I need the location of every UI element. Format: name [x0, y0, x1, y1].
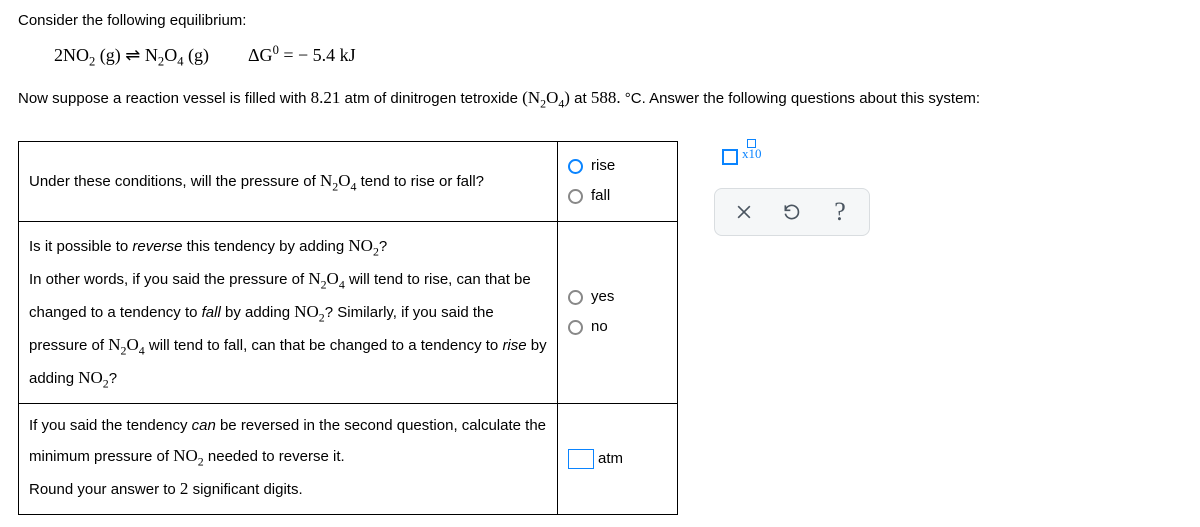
- ctx-sp-n: N: [528, 88, 540, 107]
- context-text: Now suppose a reaction vessel is filled …: [18, 88, 1182, 111]
- eq-rhs-o: O: [164, 45, 177, 65]
- q2-no2-n3: NO: [78, 368, 103, 387]
- sci-notation-button[interactable]: x10: [714, 141, 770, 174]
- question-2-row: Is it possible to reverse this tendency …: [19, 221, 678, 403]
- x-icon: [734, 202, 754, 222]
- question-2-text: Is it possible to reverse this tendency …: [19, 221, 558, 403]
- radio-rise[interactable]: rise: [568, 152, 667, 181]
- radio-fall[interactable]: fall: [568, 182, 667, 211]
- q3-t1: If you said the tendency: [29, 417, 192, 434]
- q2-n2o4-n2: N: [108, 335, 120, 354]
- eq-rhs-state: (g): [188, 45, 209, 65]
- q2-l2g: ?: [109, 370, 117, 387]
- question-3-answer: atm: [558, 403, 678, 514]
- q3-round2: significant digits.: [188, 481, 302, 498]
- q2-rise-italic: rise: [502, 337, 526, 354]
- q2-l2a: In other words, if you said the pressure…: [29, 271, 308, 288]
- ctx-p2: atm of dinitrogen tetroxide: [340, 90, 522, 107]
- radio-icon: [568, 189, 583, 204]
- q2-n2o4-o2: O: [126, 335, 138, 354]
- radio-no[interactable]: no: [568, 313, 667, 342]
- ctx-atm: 8.21: [311, 88, 341, 107]
- pressure-input[interactable]: [568, 449, 594, 469]
- ctx-sp-o: O: [546, 88, 558, 107]
- sci-exponent-icon: x10: [742, 139, 762, 160]
- question-3-text: If you said the tendency can be reversed…: [19, 403, 558, 514]
- reset-button[interactable]: [779, 199, 805, 225]
- q2-l2c: by adding: [221, 304, 294, 321]
- ctx-species: (N2O4): [522, 88, 570, 107]
- eq-dg-val: = − 5.4 kJ: [283, 45, 355, 65]
- q3-can-italic: can: [192, 417, 216, 434]
- q1-t1: Under these conditions, will the pressur…: [29, 173, 320, 190]
- question-mark-icon: ?: [834, 197, 846, 227]
- unit-label: atm: [598, 450, 623, 467]
- q1-sp-n: N: [320, 171, 332, 190]
- equilibrium-equation: 2NO2 (g) ⇌ N2O4 (g) ΔG0 = − 5.4 kJ: [54, 43, 1182, 70]
- q2-n2o4-o: O: [327, 269, 339, 288]
- clear-button[interactable]: [731, 199, 757, 225]
- eq-rhs-n: N: [145, 45, 158, 65]
- sci-x10-label: x10: [742, 148, 762, 160]
- ctx-p3: at: [570, 90, 591, 107]
- question-1-answer: rise fall: [558, 141, 678, 221]
- opt-rise-label: rise: [591, 152, 615, 181]
- eq-lhs: 2NO: [54, 45, 89, 65]
- eq-arrow: ⇌: [125, 45, 140, 65]
- q2-no2-n2: NO: [294, 302, 319, 321]
- eq-lhs-state: (g): [100, 45, 121, 65]
- radio-icon: [568, 290, 583, 305]
- q3-round: Round your answer to: [29, 481, 180, 498]
- eq-dg-sup: 0: [273, 43, 279, 57]
- eq-lhs-sub: 2: [89, 55, 95, 69]
- intro-text: Consider the following equilibrium:: [18, 12, 1182, 29]
- q2-no2-n: NO: [348, 236, 373, 255]
- side-panel: x10 ?: [714, 141, 870, 236]
- question-3-row: If you said the tendency can be reversed…: [19, 403, 678, 514]
- opt-no-label: no: [591, 313, 608, 342]
- q2-reverse-italic: reverse: [132, 238, 182, 255]
- opt-fall-label: fall: [591, 182, 610, 211]
- q3-no2-n: NO: [173, 446, 198, 465]
- eq-dg-label: ΔG: [248, 45, 273, 65]
- q2-fall-italic: fall: [202, 304, 221, 321]
- radio-icon: [568, 320, 583, 335]
- sci-box-icon: [722, 149, 738, 165]
- q2-l1a: Is it possible to: [29, 238, 132, 255]
- q2-l2e: will tend to fall, can that be changed t…: [145, 337, 503, 354]
- question-1-row: Under these conditions, will the pressur…: [19, 141, 678, 221]
- ctx-temp: 588.: [591, 88, 621, 107]
- help-button[interactable]: ?: [827, 199, 853, 225]
- question-2-answer: yes no: [558, 221, 678, 403]
- undo-icon: [782, 202, 802, 222]
- q2-l1d: ?: [379, 238, 387, 255]
- opt-yes-label: yes: [591, 283, 614, 312]
- radio-icon: [568, 159, 583, 174]
- q2-n2o4-n: N: [308, 269, 320, 288]
- radio-yes[interactable]: yes: [568, 283, 667, 312]
- q1-t2: tend to rise or fall?: [356, 173, 484, 190]
- question-table: Under these conditions, will the pressur…: [18, 141, 678, 515]
- eq-rhs-sub2: 4: [177, 55, 183, 69]
- q3-t3: needed to reverse it.: [204, 448, 345, 465]
- q1-sp-o: O: [338, 171, 350, 190]
- question-1-text: Under these conditions, will the pressur…: [19, 141, 558, 221]
- toolbar: ?: [714, 188, 870, 236]
- ctx-p1: Now suppose a reaction vessel is filled …: [18, 90, 311, 107]
- q2-l1c: this tendency by adding: [182, 238, 348, 255]
- ctx-p4: °C. Answer the following questions about…: [621, 90, 981, 107]
